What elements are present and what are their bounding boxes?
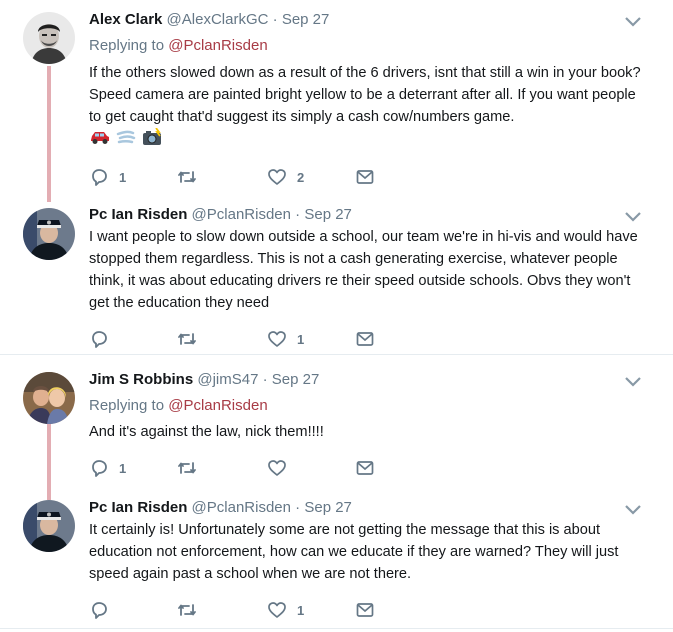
user-handle[interactable]: @PclanRisden bbox=[192, 206, 291, 223]
envelope-icon bbox=[356, 461, 374, 475]
replying-prefix: Replying to bbox=[89, 397, 165, 414]
thread-line bbox=[47, 66, 51, 202]
avatar[interactable] bbox=[23, 12, 75, 64]
envelope-icon bbox=[356, 170, 374, 184]
tweet-text: And it's against the law, nick them!!!! bbox=[89, 424, 324, 440]
display-name[interactable]: Pc Ian Risden bbox=[89, 206, 187, 223]
avatar-jim-s-robbins-icon bbox=[23, 372, 75, 424]
reply-count: 1 bbox=[119, 460, 127, 476]
avatar-police-officer-icon bbox=[23, 500, 75, 552]
like-button[interactable]: 1 bbox=[267, 328, 304, 350]
display-name[interactable]: Alex Clark bbox=[89, 11, 162, 28]
chevron-down-icon[interactable] bbox=[624, 16, 642, 28]
car-emoji bbox=[89, 128, 111, 151]
separator: · bbox=[272, 11, 278, 28]
mention-link[interactable]: @PclanRisden bbox=[168, 397, 267, 414]
tweet-alex-clark[interactable]: Alex Clark @AlexClarkGC · Sep 27 Replyin… bbox=[0, 0, 673, 202]
avatar[interactable] bbox=[23, 208, 75, 260]
avatar[interactable] bbox=[23, 500, 75, 552]
display-name[interactable]: Jim S Robbins bbox=[89, 371, 193, 388]
reply-button[interactable]: 1 bbox=[89, 457, 126, 479]
tweet-jim-s-robbins[interactable]: Jim S Robbins @jimS47 · Sep 27 Replying … bbox=[0, 356, 673, 500]
reply-icon bbox=[92, 169, 107, 186]
heart-icon bbox=[268, 169, 286, 185]
retweet-button[interactable] bbox=[177, 166, 207, 188]
display-name[interactable]: Pc Ian Risden bbox=[89, 499, 187, 516]
like-count: 1 bbox=[297, 602, 305, 618]
chevron-down-icon[interactable] bbox=[624, 211, 642, 223]
tweet-actions: 1 bbox=[89, 457, 489, 479]
conversation-divider bbox=[0, 628, 673, 629]
like-button[interactable]: 1 bbox=[267, 599, 304, 621]
reply-icon bbox=[92, 460, 107, 477]
retweet-button[interactable] bbox=[177, 599, 207, 621]
direct-message-button[interactable] bbox=[355, 599, 375, 621]
direct-message-button[interactable] bbox=[355, 328, 375, 350]
reply-icon bbox=[92, 331, 107, 348]
emoji-row bbox=[89, 127, 163, 151]
tweet-header: Pc Ian Risden @PclanRisden · Sep 27 bbox=[89, 205, 352, 225]
chevron-down-icon[interactable] bbox=[624, 504, 642, 516]
tweet-actions: 1 2 bbox=[89, 166, 489, 188]
tweet-header: Alex Clark @AlexClarkGC · Sep 27 bbox=[89, 10, 329, 30]
timestamp[interactable]: Sep 27 bbox=[304, 206, 352, 223]
like-button[interactable] bbox=[267, 457, 297, 479]
dash-emoji bbox=[116, 128, 136, 151]
timestamp[interactable]: Sep 27 bbox=[282, 11, 330, 28]
camera-flash-emoji bbox=[142, 127, 162, 151]
tweet-header: Jim S Robbins @jimS47 · Sep 27 bbox=[89, 370, 319, 390]
user-handle[interactable]: @jimS47 bbox=[197, 371, 258, 388]
envelope-icon bbox=[356, 332, 374, 346]
like-count: 2 bbox=[297, 169, 305, 185]
user-handle[interactable]: @PclanRisden bbox=[192, 499, 291, 516]
retweet-icon bbox=[178, 333, 196, 345]
tweet-text: I want people to slow down outside a sch… bbox=[89, 229, 638, 311]
separator: · bbox=[262, 371, 268, 388]
reply-button[interactable]: 1 bbox=[89, 166, 126, 188]
retweet-icon bbox=[178, 604, 196, 616]
retweet-button[interactable] bbox=[177, 457, 207, 479]
tweet-pc-ian-risden[interactable]: Pc Ian Risden @PclanRisden · Sep 27 I wa… bbox=[0, 200, 673, 354]
retweet-icon bbox=[178, 171, 196, 183]
direct-message-button[interactable] bbox=[355, 457, 375, 479]
tweet-actions: 1 bbox=[89, 599, 489, 621]
direct-message-button[interactable] bbox=[355, 166, 375, 188]
retweet-icon bbox=[178, 462, 196, 474]
separator: · bbox=[295, 499, 301, 516]
user-handle[interactable]: @AlexClarkGC bbox=[167, 11, 269, 28]
timestamp[interactable]: Sep 27 bbox=[304, 499, 352, 516]
timestamp[interactable]: Sep 27 bbox=[272, 371, 320, 388]
reply-icon bbox=[92, 602, 107, 619]
reply-button[interactable] bbox=[89, 599, 119, 621]
like-button[interactable]: 2 bbox=[267, 166, 304, 188]
heart-icon bbox=[268, 460, 286, 476]
tweet-pc-ian-risden-2[interactable]: Pc Ian Risden @PclanRisden · Sep 27 It c… bbox=[0, 488, 673, 628]
heart-icon bbox=[268, 602, 286, 618]
tweet-text: If the others slowed down as a result of… bbox=[89, 65, 641, 125]
avatar[interactable] bbox=[23, 372, 75, 424]
mention-link[interactable]: @PclanRisden bbox=[168, 37, 267, 54]
reply-count: 1 bbox=[119, 169, 127, 185]
reply-button[interactable] bbox=[89, 328, 119, 350]
tweet-actions: 1 bbox=[89, 328, 489, 350]
heart-icon bbox=[268, 331, 286, 347]
replying-to: Replying to @PclanRisden bbox=[89, 36, 268, 56]
tweet-header: Pc Ian Risden @PclanRisden · Sep 27 bbox=[89, 498, 352, 518]
like-count: 1 bbox=[297, 331, 305, 347]
chevron-down-icon[interactable] bbox=[624, 376, 642, 388]
conversation-divider bbox=[0, 354, 673, 355]
replying-to: Replying to @PclanRisden bbox=[89, 396, 268, 416]
replying-prefix: Replying to bbox=[89, 37, 165, 54]
retweet-button[interactable] bbox=[177, 328, 207, 350]
avatar-police-officer-icon bbox=[23, 208, 75, 260]
separator: · bbox=[295, 206, 301, 223]
envelope-icon bbox=[356, 603, 374, 617]
avatar-alex-clark-icon bbox=[23, 12, 75, 64]
tweet-text: It certainly is! Unfortunately some are … bbox=[89, 522, 619, 582]
